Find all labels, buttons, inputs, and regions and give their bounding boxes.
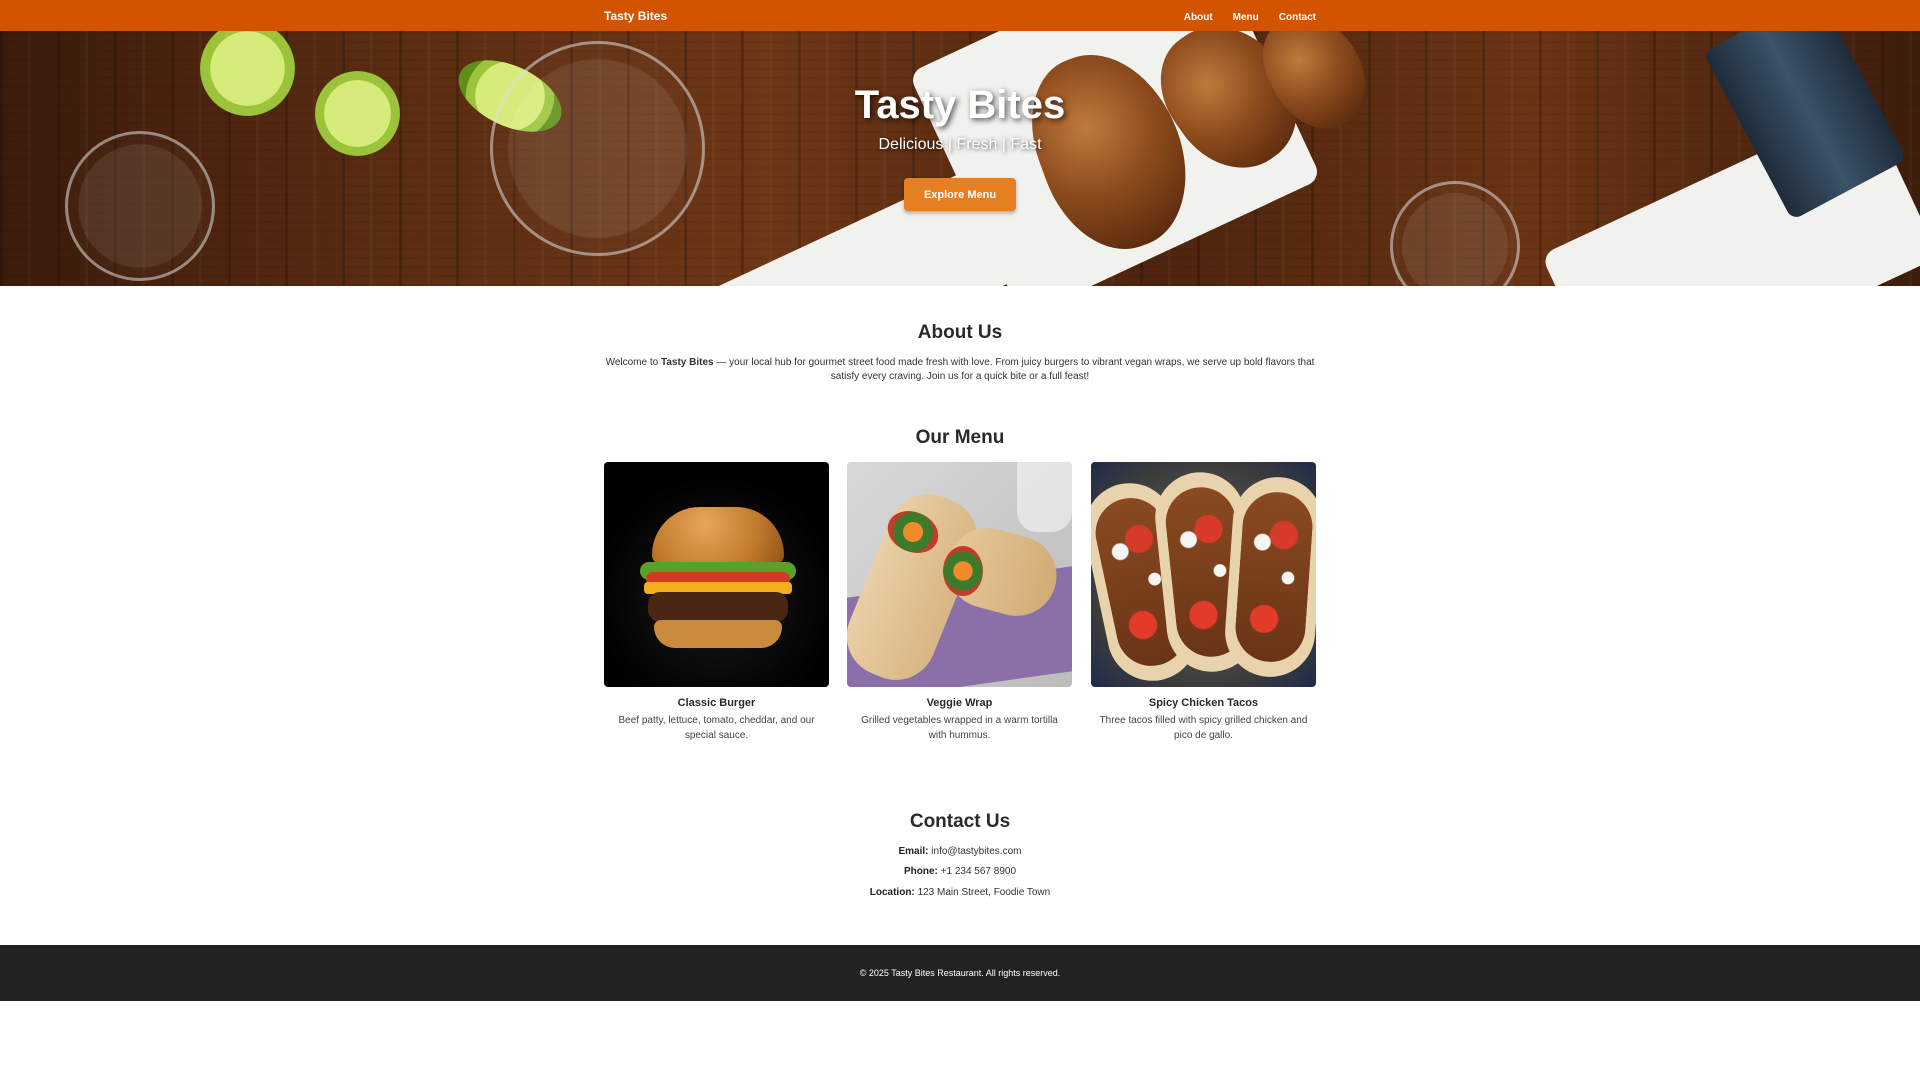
spicy-chicken-tacos-image: [1091, 462, 1316, 687]
navbar: Tasty Bites About Menu Contact: [0, 0, 1920, 31]
about-text: Welcome to Tasty Bites — your local hub …: [604, 356, 1316, 384]
water-glass-icon: [1017, 462, 1072, 532]
brand-logo-link[interactable]: Tasty Bites: [604, 9, 667, 23]
contact-email: Email: info@tastybites.com: [0, 846, 1920, 857]
menu-card-spicy-chicken-tacos: Spicy Chicken Tacos Three tacos filled w…: [1091, 462, 1316, 743]
about-text-brand: Tasty Bites: [660, 357, 714, 368]
nav-link-about[interactable]: About: [1184, 12, 1213, 23]
menu-card-classic-burger: Classic Burger Beef patty, lettuce, toma…: [604, 462, 829, 743]
nav-links: About Menu Contact: [1184, 7, 1316, 25]
burger-bun-top-icon: [652, 507, 784, 565]
burger-patty-icon: [648, 592, 788, 622]
nav-link-menu[interactable]: Menu: [1233, 12, 1259, 23]
contact-location-value: 123 Main Street, Foodie Town: [914, 887, 1051, 898]
veggie-wrap-image: [847, 462, 1072, 687]
hero-subtitle: Delicious | Fresh | Fast: [878, 136, 1042, 153]
nav-item-contact: Contact: [1279, 7, 1316, 25]
classic-burger-image: [604, 462, 829, 687]
menu-heading: Our Menu: [915, 427, 1005, 448]
hero-content: Tasty Bites Delicious | Fresh | Fast Exp…: [0, 31, 1920, 286]
contact-location: Location: 123 Main Street, Foodie Town: [0, 887, 1920, 898]
wrap-filling-icon: [943, 546, 983, 596]
menu-item-name: Classic Burger: [677, 697, 756, 709]
about-text-intro: Welcome to: [605, 357, 661, 368]
menu-item-description: Beef patty, lettuce, tomato, cheddar, an…: [618, 715, 815, 741]
hero-section: Tasty Bites Delicious | Fresh | Fast Exp…: [0, 31, 1920, 286]
burger-bun-bottom-icon: [654, 620, 782, 648]
about-heading: About Us: [917, 322, 1003, 343]
taco-filling-icon: [1233, 489, 1315, 665]
footer: © 2025 Tasty Bites Restaurant. All right…: [0, 945, 1920, 1001]
contact-phone-label: Phone:: [903, 866, 938, 877]
menu-item-description: Three tacos filled with spicy grilled ch…: [1099, 715, 1308, 741]
nav-link-contact[interactable]: Contact: [1279, 12, 1316, 23]
menu-item-name: Veggie Wrap: [926, 697, 993, 709]
contact-location-label: Location:: [869, 887, 915, 898]
menu-item-description: Grilled vegetables wrapped in a warm tor…: [861, 715, 1058, 741]
contact-phone: Phone: +1 234 567 8900: [0, 866, 1920, 877]
footer-copyright: © 2025 Tasty Bites Restaurant. All right…: [859, 968, 1061, 978]
hero-title: Tasty Bites: [854, 83, 1066, 127]
menu-card-veggie-wrap: Veggie Wrap Grilled vegetables wrapped i…: [847, 462, 1072, 743]
contact-email-label: Email:: [898, 846, 929, 857]
nav-item-menu: Menu: [1233, 7, 1259, 25]
contact-heading: Contact Us: [909, 811, 1011, 832]
explore-menu-button[interactable]: Explore Menu: [904, 178, 1016, 211]
contact-email-value[interactable]: info@tastybites.com: [929, 846, 1021, 857]
menu-grid: Classic Burger Beef patty, lettuce, toma…: [604, 462, 1316, 752]
nav-item-about: About: [1184, 7, 1213, 25]
menu-item-name: Spicy Chicken Tacos: [1148, 697, 1259, 709]
contact-phone-value[interactable]: +1 234 567 8900: [938, 866, 1016, 877]
about-text-body: — your local hub for gourmet street food…: [713, 357, 1315, 382]
navbar-inner: Tasty Bites About Menu Contact: [604, 0, 1316, 31]
